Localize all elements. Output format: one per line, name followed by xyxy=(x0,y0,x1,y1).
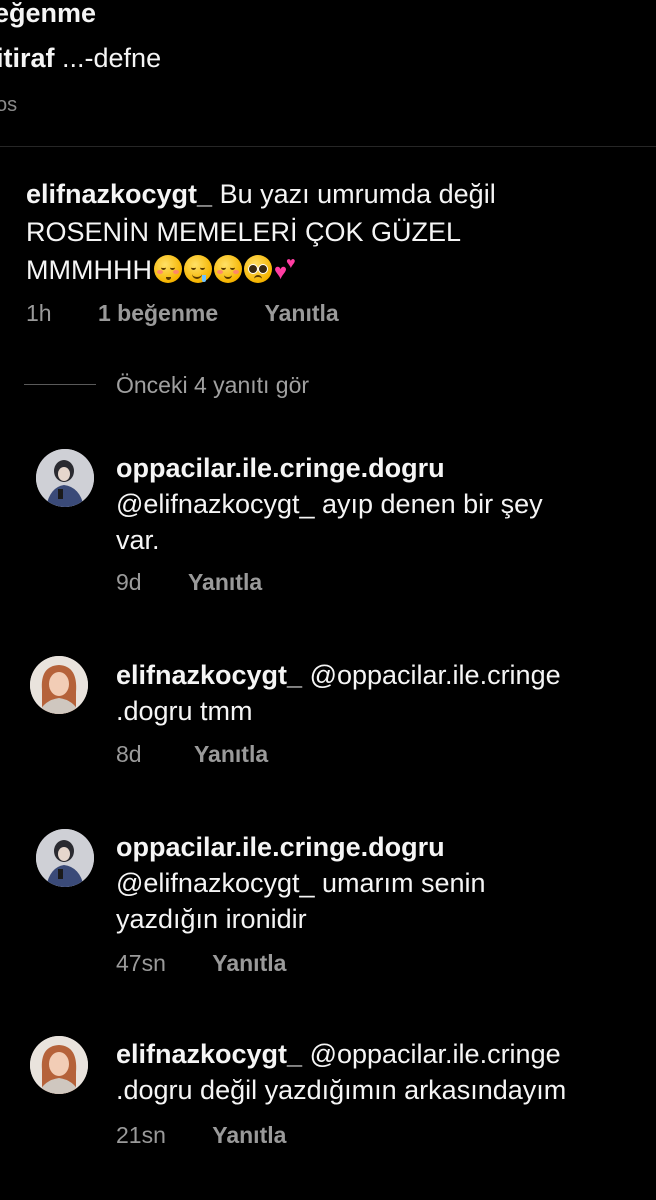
avatar[interactable] xyxy=(36,449,94,507)
reply-reply-button[interactable]: Yanıtla xyxy=(212,1122,286,1149)
reply-body: elifnazkocygt_ @oppacilar.ile.cringe .do… xyxy=(116,657,636,729)
comment-body: elifnazkocygt_ Bu yazı umrumda değil ROS… xyxy=(26,175,626,289)
comment-meta: 1h 1 beğenme Yanıtla xyxy=(26,300,339,327)
reply-meta: 8d Yanıtla xyxy=(116,741,268,768)
reply-meta: 21sn Yanıtla xyxy=(116,1122,286,1149)
comment-emojis: ♥ ♥ xyxy=(153,255,304,284)
reply-username[interactable]: elifnazkocygt_ xyxy=(116,660,302,690)
comment-line1: Bu yazı umrumda değil xyxy=(212,179,496,209)
avatar-user-image-icon xyxy=(36,449,94,507)
relieved-face-icon xyxy=(213,255,242,283)
comment-line3: MMMHHH xyxy=(26,255,152,285)
reply-reply-button[interactable]: Yanıtla xyxy=(188,569,262,596)
reply-time: 8d xyxy=(116,741,142,767)
replies-divider xyxy=(24,384,96,385)
pleading-face-icon xyxy=(243,255,272,283)
reply-reply-button[interactable]: Yanıtla xyxy=(212,950,286,977)
reply-text-line2: yazdığın ironidir xyxy=(116,904,307,934)
comment-time: 1h xyxy=(26,300,52,326)
two-hearts-icon: ♥ ♥ xyxy=(273,255,296,284)
comment-likes-button[interactable]: 1 beğenme xyxy=(98,300,218,327)
post-caption-text: ...-defne xyxy=(54,43,162,73)
reply-meta: 47sn Yanıtla xyxy=(116,950,286,977)
comment-line2: ROSENİN MEMELERİ ÇOK GÜZEL xyxy=(26,217,462,247)
avatar-user-image-icon xyxy=(30,1036,88,1094)
comment-username[interactable]: elifnazkocygt_ xyxy=(26,179,212,209)
reply-time: 47sn xyxy=(116,950,166,976)
reply-username[interactable]: oppacilar.ile.cringe.dogru xyxy=(116,453,445,483)
divider xyxy=(0,146,656,147)
reply-text-line1: @elifnazkocygt_ umarım senin xyxy=(116,868,486,898)
post-caption: itiraf ...-defne xyxy=(0,43,161,74)
kissing-face-icon xyxy=(153,255,182,283)
reply-body: oppacilar.ile.cringe.dogru @elifnazkocyg… xyxy=(116,450,636,558)
avatar[interactable] xyxy=(30,656,88,714)
avatar[interactable] xyxy=(30,1036,88,1094)
post-meta: os xyxy=(0,94,18,116)
reply-body: elifnazkocygt_ @oppacilar.ile.cringe .do… xyxy=(116,1036,636,1108)
reply-body: oppacilar.ile.cringe.dogru @elifnazkocyg… xyxy=(116,829,636,937)
reply-time: 9d xyxy=(116,569,142,595)
reply-text-line2: var. xyxy=(116,525,160,555)
reply-time: 21sn xyxy=(116,1122,166,1148)
avatar-user-image-icon xyxy=(30,656,88,714)
reply-text-line1: @oppacilar.ile.cringe xyxy=(302,660,561,690)
reply-text-line1: @oppacilar.ile.cringe xyxy=(302,1039,561,1069)
reply-username[interactable]: elifnazkocygt_ xyxy=(116,1039,302,1069)
avatar-user-image-icon xyxy=(36,829,94,887)
reply-meta: 9d Yanıtla xyxy=(116,569,262,596)
comment-reply-button[interactable]: Yanıtla xyxy=(265,300,339,327)
view-previous-replies-button[interactable]: Önceki 4 yanıtı gör xyxy=(116,372,309,399)
reply-reply-button[interactable]: Yanıtla xyxy=(194,741,268,768)
drooling-face-icon xyxy=(183,255,212,283)
reply-text-line1: @elifnazkocygt_ ayıp denen bir şey xyxy=(116,489,543,519)
reply-text-line2: .dogru tmm xyxy=(116,696,253,726)
reply-text-line2: .dogru değil yazdığımın arkasındayım xyxy=(116,1075,567,1105)
reply-username[interactable]: oppacilar.ile.cringe.dogru xyxy=(116,832,445,862)
avatar[interactable] xyxy=(36,829,94,887)
post-likes-count[interactable]: eğenme xyxy=(0,0,96,29)
post-caption-user[interactable]: itiraf xyxy=(0,43,55,73)
